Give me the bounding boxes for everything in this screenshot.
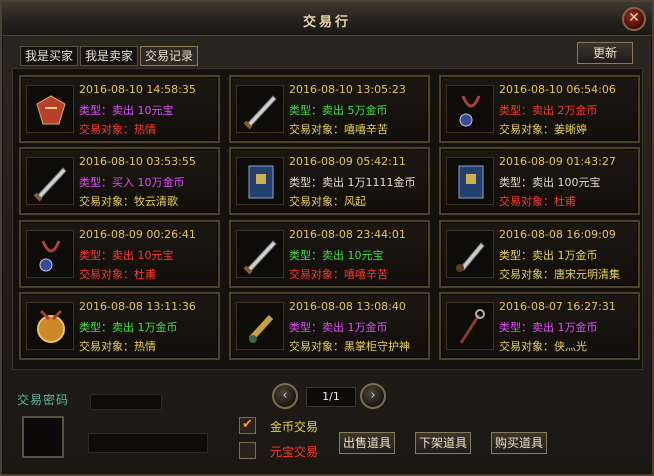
trade-record-card[interactable]: 2016-08-09 00:26:41 类型：卖出 10元宝 交易对象：杜甫 xyxy=(19,220,220,288)
record-time: 2016-08-10 14:58:35 xyxy=(79,83,196,96)
cloth-armor-icon xyxy=(26,85,74,133)
record-target: 交易对象：黑掌柜守护神 xyxy=(289,340,410,353)
record-type: 类型：买入 10万金币 xyxy=(79,176,185,189)
record-type: 类型：卖出 1万金币 xyxy=(499,321,598,334)
sell-item-button[interactable]: 出售道具 xyxy=(339,432,396,454)
prev-page-button[interactable]: ‹ xyxy=(272,383,298,409)
staff-icon xyxy=(446,302,494,350)
tab-trade-records[interactable]: 交易记录 xyxy=(140,46,199,66)
refresh-button[interactable]: 更新 xyxy=(577,42,633,64)
trade-window: 交易行 ✕ 我是买家 我是卖家 交易记录 更新 2016-08-10 14:58… xyxy=(0,0,654,476)
record-type: 类型：卖出 2万金币 xyxy=(499,104,598,117)
record-type: 类型：卖出 10元宝 xyxy=(289,249,384,262)
record-type: 类型：卖出 1万金币 xyxy=(499,249,598,262)
record-target: 交易对象：嘻嘻辛苦 xyxy=(289,268,388,281)
buy-item-button[interactable]: 购买道具 xyxy=(491,432,548,454)
sword-icon xyxy=(236,85,284,133)
record-target: 交易对象：牧云清歌 xyxy=(79,195,178,208)
trade-record-card[interactable]: 2016-08-10 14:58:35 类型：卖出 10元宝 交易对象：热情 xyxy=(19,75,220,143)
record-time: 2016-08-10 13:05:23 xyxy=(289,83,406,96)
price-input[interactable] xyxy=(88,433,208,453)
record-type: 类型：卖出 5万金币 xyxy=(289,104,388,117)
record-type: 类型：卖出 100元宝 xyxy=(499,176,601,189)
tab-seller[interactable]: 我是卖家 xyxy=(80,46,139,66)
unlist-item-button[interactable]: 下架道具 xyxy=(415,432,472,454)
trade-record-card[interactable]: 2016-08-08 13:08:40 类型：卖出 1万金币交易对象：黑掌柜守护神 xyxy=(229,292,430,360)
record-target: 交易对象：杜甫 xyxy=(499,195,576,208)
trade-password-input[interactable] xyxy=(90,394,162,410)
dagger-icon xyxy=(446,230,494,278)
record-type: 类型：卖出 10元宝 xyxy=(79,104,174,117)
records-panel: 2016-08-10 14:58:35 类型：卖出 10元宝 交易对象：热情 2016… xyxy=(12,68,643,370)
trade-record-card[interactable]: 2016-08-09 05:42:11 类型：卖出 1万1111金币 交易对象：风起 xyxy=(229,147,430,215)
record-type: 类型：卖出 10元宝 xyxy=(79,249,174,262)
record-time: 2016-08-10 03:53:55 xyxy=(79,155,196,168)
item-drop-slot[interactable] xyxy=(22,416,64,458)
trade-password-label: 交易密码 xyxy=(17,393,70,407)
close-button[interactable]: ✕ xyxy=(622,7,646,31)
trade-record-card[interactable]: 2016-08-10 13:05:23 类型：卖出 5万金币 交易对象：嘻嘻辛苦 xyxy=(229,75,430,143)
record-time: 2016-08-08 13:08:40 xyxy=(289,300,406,313)
trade-record-card[interactable]: 2016-08-10 03:53:55 类型：买入 10万金币 交易对象：牧云清歌 xyxy=(19,147,220,215)
record-time: 2016-08-09 05:42:11 xyxy=(289,155,406,168)
scroll-icon xyxy=(236,302,284,350)
gold-trade-label: 金币交易 xyxy=(270,420,319,434)
record-time: 2016-08-08 13:11:36 xyxy=(79,300,196,313)
record-time: 2016-08-08 16:09:09 xyxy=(499,228,616,241)
record-target: 交易对象：热情 xyxy=(79,123,156,136)
record-target: 交易对象：风起 xyxy=(289,195,366,208)
record-type: 类型：卖出 1万1111金币 xyxy=(289,176,416,189)
trade-record-card[interactable]: 2016-08-07 16:27:31 类型：卖出 1万金币 交易对象：侠灬光 xyxy=(439,292,640,360)
record-time: 2016-08-08 23:44:01 xyxy=(289,228,406,241)
sword-icon xyxy=(236,230,284,278)
record-time: 2016-08-09 00:26:41 xyxy=(79,228,196,241)
record-target: 交易对象：姜晰婷 xyxy=(499,123,587,136)
next-page-button[interactable]: › xyxy=(360,383,386,409)
tab-bar: 我是买家 我是卖家 交易记录 xyxy=(20,46,199,66)
record-target: 交易对象：唐宋元明清集 xyxy=(499,268,620,281)
trade-record-card[interactable]: 2016-08-08 23:44:01 类型：卖出 10元宝 交易对象：嘻嘻辛苦 xyxy=(229,220,430,288)
gold-trade-checkbox[interactable]: ✔ xyxy=(239,417,256,434)
trade-record-card[interactable]: 2016-08-08 16:09:09 类型：卖出 1万金币交易对象：唐宋元明清集 xyxy=(439,220,640,288)
book-icon xyxy=(236,157,284,205)
record-time: 2016-08-09 01:43:27 xyxy=(499,155,616,168)
book-icon xyxy=(446,157,494,205)
necklace-icon xyxy=(26,230,74,278)
record-target: 交易对象：侠灬光 xyxy=(499,340,587,353)
title-bar: 交易行 ✕ xyxy=(2,2,652,36)
record-type: 类型：卖出 1万金币 xyxy=(289,321,388,334)
medal-icon xyxy=(26,302,74,350)
record-target: 交易对象：热情 xyxy=(79,340,156,353)
yuanbao-trade-checkbox[interactable] xyxy=(239,442,256,459)
trade-record-card[interactable]: 2016-08-10 06:54:06 类型：卖出 2万金币 交易对象：姜晰婷 xyxy=(439,75,640,143)
window-title: 交易行 xyxy=(302,15,351,30)
yuanbao-trade-label: 元宝交易 xyxy=(270,445,319,459)
record-type: 类型：卖出 1万金币 xyxy=(79,321,178,334)
page-indicator: 1/1 xyxy=(306,387,356,407)
sword-icon xyxy=(26,157,74,205)
tab-buyer[interactable]: 我是买家 xyxy=(20,46,79,66)
record-time: 2016-08-10 06:54:06 xyxy=(499,83,616,96)
record-target: 交易对象：杜甫 xyxy=(79,268,156,281)
record-target: 交易对象：嘻嘻辛苦 xyxy=(289,123,388,136)
trade-record-card[interactable]: 2016-08-09 01:43:27 类型：卖出 100元宝 交易对象：杜甫 xyxy=(439,147,640,215)
record-time: 2016-08-07 16:27:31 xyxy=(499,300,616,313)
necklace-icon xyxy=(446,85,494,133)
trade-record-card[interactable]: 2016-08-08 13:11:36 类型：卖出 1万金币 交易对象：热情 xyxy=(19,292,220,360)
